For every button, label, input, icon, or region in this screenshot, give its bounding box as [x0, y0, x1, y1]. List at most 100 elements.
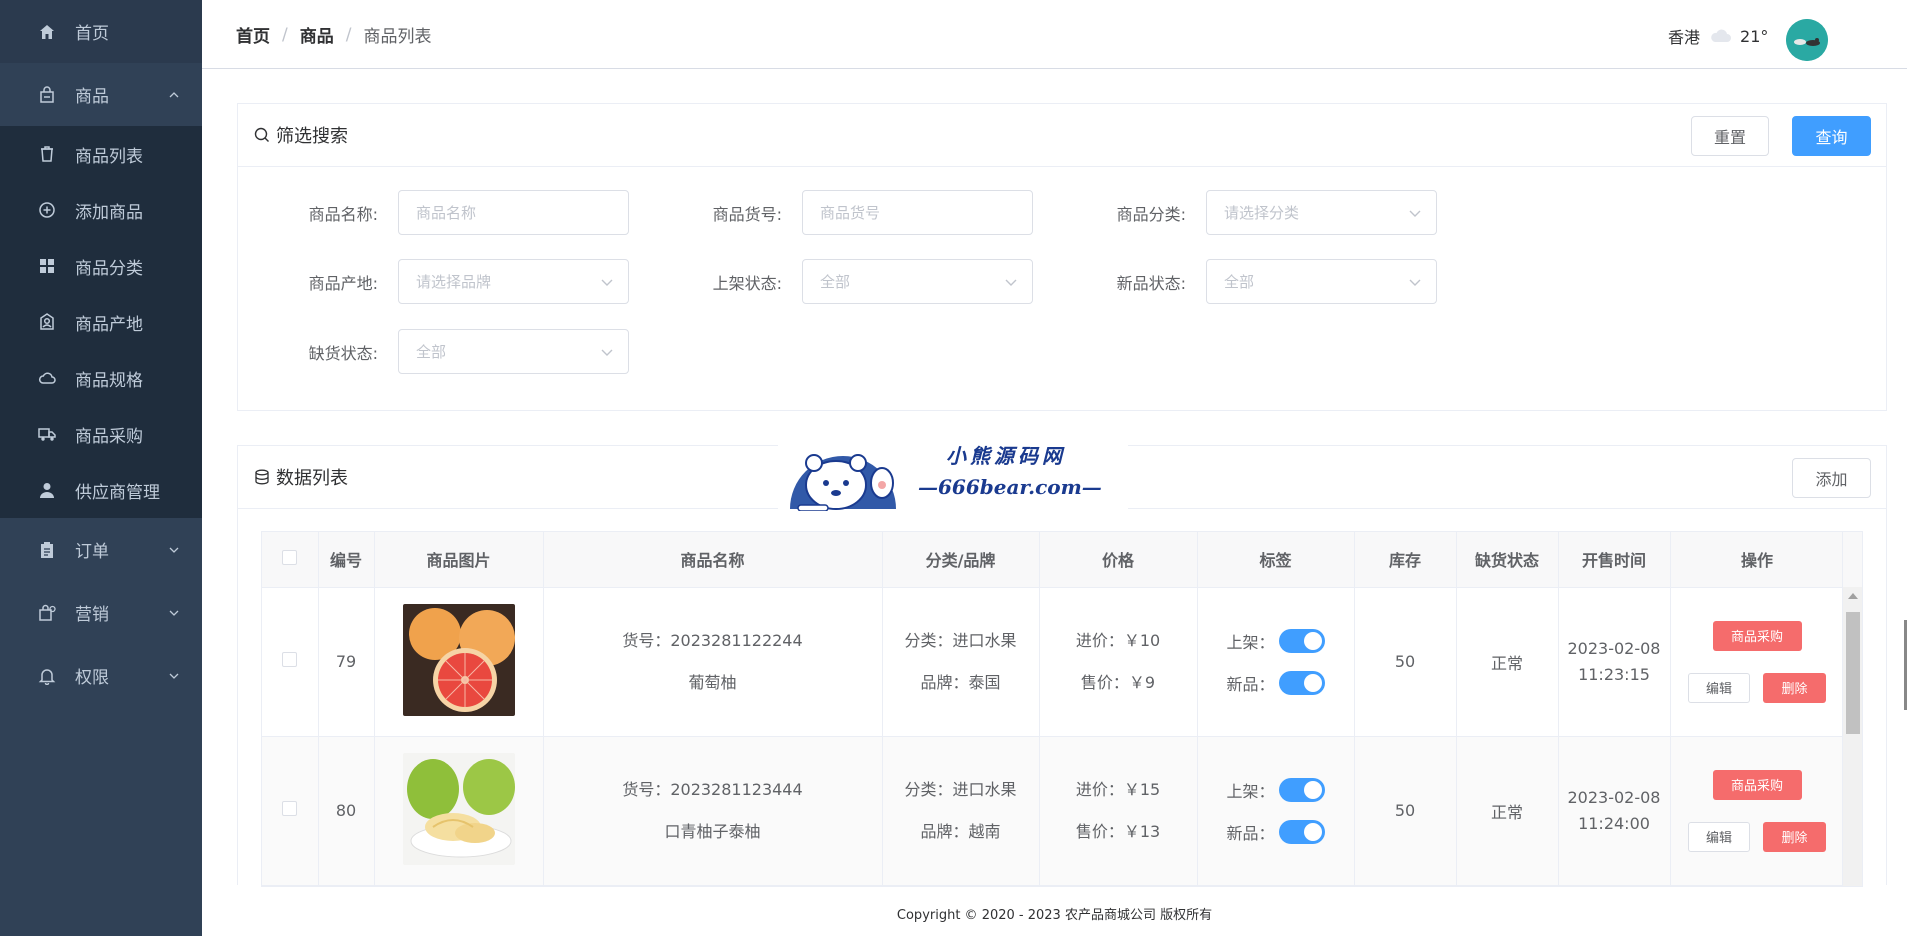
- column-header: 缺货状态: [1456, 532, 1559, 588]
- cell-image: [374, 587, 544, 737]
- sidebar-item-supplier[interactable]: 供应商管理: [0, 462, 202, 518]
- footer-copyright: Copyright © 2020 - 2023 农产品商城公司 版权所有: [896, 908, 1213, 923]
- edit-button[interactable]: 编辑: [1688, 821, 1750, 852]
- cell-actions: 商品采购 编辑 删除: [1670, 736, 1845, 886]
- goods-sku-input[interactable]: 商品货号: [802, 190, 1033, 235]
- chevron-down-icon: [168, 670, 180, 682]
- sidebar-item-home[interactable]: 首页: [0, 0, 202, 63]
- chevron-down-icon: [1004, 275, 1018, 289]
- purchase-button[interactable]: 商品采购: [1712, 769, 1802, 800]
- edit-button[interactable]: 编辑: [1688, 672, 1750, 703]
- cell-category-brand: 分类：进口水果 品牌：越南: [882, 736, 1040, 886]
- column-header: 操作: [1670, 532, 1845, 588]
- new-toggle[interactable]: [1278, 670, 1325, 695]
- cell-date: 2023-02-08 11:23:15: [1558, 587, 1671, 737]
- sidebar-item-goods-list[interactable]: 商品列表: [0, 126, 202, 182]
- breadcrumb-separator: /: [345, 24, 352, 45]
- breadcrumb-home[interactable]: 首页: [236, 22, 270, 47]
- user-icon: [38, 481, 56, 499]
- cloud-icon: [1710, 29, 1732, 43]
- sidebar-item-add-goods[interactable]: 添加商品: [0, 182, 202, 238]
- sidebar-item-permissions[interactable]: 权限: [0, 644, 202, 707]
- query-button[interactable]: 查询: [1792, 116, 1871, 156]
- select-all-checkbox[interactable]: [282, 549, 298, 565]
- chevron-down-icon: [1408, 206, 1422, 220]
- goods-name-input[interactable]: 商品名称: [398, 190, 629, 235]
- form-label: 缺货状态:: [308, 343, 378, 363]
- cell-id: 80: [318, 736, 375, 886]
- list-panel-title: 数据列表: [276, 468, 348, 489]
- sidebar-item-marketing[interactable]: 营销: [0, 581, 202, 644]
- cell-stock-status: 正常: [1456, 736, 1559, 886]
- select-value: 全部: [820, 273, 851, 291]
- goods-category-select[interactable]: 请选择分类: [1206, 190, 1437, 235]
- sidebar-item-goods[interactable]: 商品: [0, 63, 202, 126]
- product-name: 葡萄柚: [688, 672, 737, 692]
- breadcrumb-separator: /: [282, 24, 288, 45]
- avatar[interactable]: [1786, 19, 1828, 61]
- table-scrollbar[interactable]: [1842, 587, 1862, 886]
- sidebar: 首页 商品 商品列表 添加商品 商品分类 商品产地 商品规格 商品采购 供应商管…: [0, 0, 202, 936]
- purchase-button[interactable]: 商品采购: [1712, 620, 1802, 651]
- stock-status-select[interactable]: 全部: [398, 329, 629, 374]
- sidebar-item-goods-category[interactable]: 商品分类: [0, 238, 202, 294]
- shelf-toggle[interactable]: [1278, 777, 1325, 802]
- weather-temp: 21°: [1740, 26, 1769, 46]
- cell-category-brand: 分类：进口水果 品牌：泰国: [882, 587, 1040, 737]
- circle-plus-icon: [38, 201, 56, 219]
- chevron-down-icon: [168, 544, 180, 556]
- grid-icon: [38, 257, 56, 275]
- row-select-cell: [262, 587, 319, 737]
- table-row: 80 货号：2023281123444 口青柚子泰柚 分类：进口水果 品牌：越南…: [262, 736, 1845, 886]
- tag-label: 新品：: [1226, 674, 1275, 694]
- watermark-line1: 小熊源码网: [946, 443, 1066, 468]
- product-category: 分类：进口水果: [904, 630, 1017, 650]
- reset-button[interactable]: 重置: [1691, 116, 1769, 156]
- sidebar-item-goods-purchase[interactable]: 商品采购: [0, 406, 202, 462]
- shelf-toggle[interactable]: [1278, 628, 1325, 653]
- sale-time: 11:24:00: [1578, 813, 1650, 833]
- trash-bin-icon: [38, 145, 56, 163]
- sidebar-item-goods-spec[interactable]: 商品规格: [0, 350, 202, 406]
- add-button[interactable]: 添加: [1792, 458, 1871, 498]
- tag-label: 上架：: [1226, 781, 1275, 801]
- goods-origin-select[interactable]: 请选择品牌: [398, 259, 629, 304]
- select-placeholder: 请选择品牌: [416, 273, 492, 291]
- select-all-cell: [262, 532, 319, 588]
- form-item-sku: 商品货号: 商品货号: [642, 190, 1033, 235]
- product-image-grapefruit: [402, 603, 515, 716]
- watermark-logo: 小熊源码网 —666bear.com—: [778, 427, 1128, 511]
- home-icon: [38, 23, 56, 41]
- sidebar-item-label: 商品: [75, 87, 109, 107]
- breadcrumb-current: 商品列表: [363, 27, 432, 47]
- sidebar-item-label: 添加商品: [75, 202, 143, 223]
- sidebar-item-label: 供应商管理: [75, 482, 160, 503]
- product-cost: 进价：￥10: [1075, 630, 1161, 650]
- scrollbar-thumb[interactable]: [1846, 612, 1860, 734]
- row-checkbox[interactable]: [282, 652, 298, 667]
- cell-stock: 50: [1354, 587, 1457, 737]
- filter-panel-title: 筛选搜索: [276, 126, 348, 147]
- sidebar-item-orders[interactable]: 订单: [0, 518, 202, 581]
- sidebar-item-goods-origin[interactable]: 商品产地: [0, 294, 202, 350]
- delete-button[interactable]: 删除: [1763, 672, 1826, 703]
- row-checkbox[interactable]: [282, 801, 298, 816]
- shelf-status-select[interactable]: 全部: [802, 259, 1033, 304]
- scroll-up-arrow-icon[interactable]: [1848, 593, 1858, 599]
- shopping-bag-icon: [38, 85, 56, 104]
- column-header: 开售时间: [1558, 532, 1671, 588]
- product-brand: 品牌：泰国: [920, 672, 1001, 692]
- delete-button[interactable]: 删除: [1763, 821, 1826, 852]
- database-icon: [254, 469, 270, 485]
- new-toggle[interactable]: [1278, 819, 1325, 844]
- cell-actions: 商品采购 编辑 删除: [1670, 587, 1845, 737]
- weather-city: 香港: [1668, 28, 1701, 47]
- breadcrumb-goods[interactable]: 商品: [300, 22, 334, 47]
- watermark-line2: —666bear.com—: [918, 474, 1102, 499]
- cell-tags: 上架： 新品：: [1197, 587, 1355, 737]
- watermark-text: 小熊源码网 —666bear.com—: [918, 440, 1102, 499]
- tag-label: 上架：: [1226, 632, 1275, 652]
- new-status-select[interactable]: 全部: [1206, 259, 1437, 304]
- cell-name: 货号：2023281123444 口青柚子泰柚: [543, 736, 883, 886]
- form-label: 新品状态:: [1116, 273, 1186, 293]
